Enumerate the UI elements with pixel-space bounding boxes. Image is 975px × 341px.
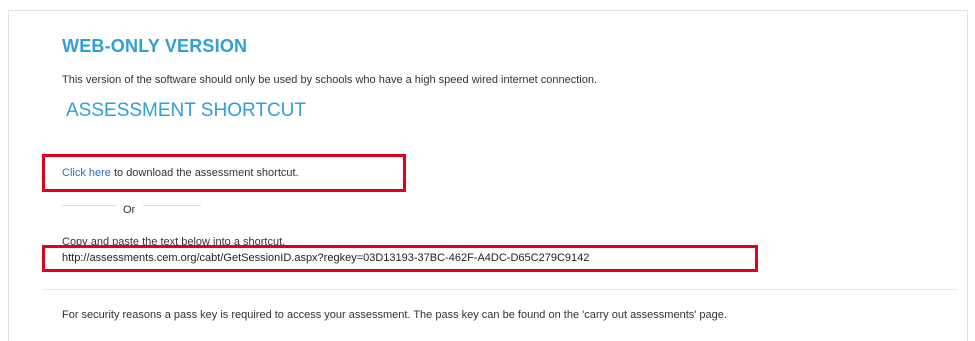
download-line-suffix: to download the assessment shortcut. [110,167,299,179]
section-divider [42,289,958,290]
version-description: This version of the software should only… [62,74,598,86]
click-here-link[interactable]: Click here [62,167,111,179]
page-title: WEB-ONLY VERSION [62,36,248,56]
or-divider-left [62,205,116,206]
shortcut-url-text[interactable]: http://assessments.cem.org/cabt/GetSessi… [62,252,589,264]
download-line: Click here to download the assessment sh… [62,167,299,179]
or-divider-right [143,205,201,206]
security-notice: For security reasons a pass key is requi… [62,309,727,321]
section-heading: ASSESSMENT SHORTCUT [66,100,307,121]
or-separator: Or [123,204,136,216]
